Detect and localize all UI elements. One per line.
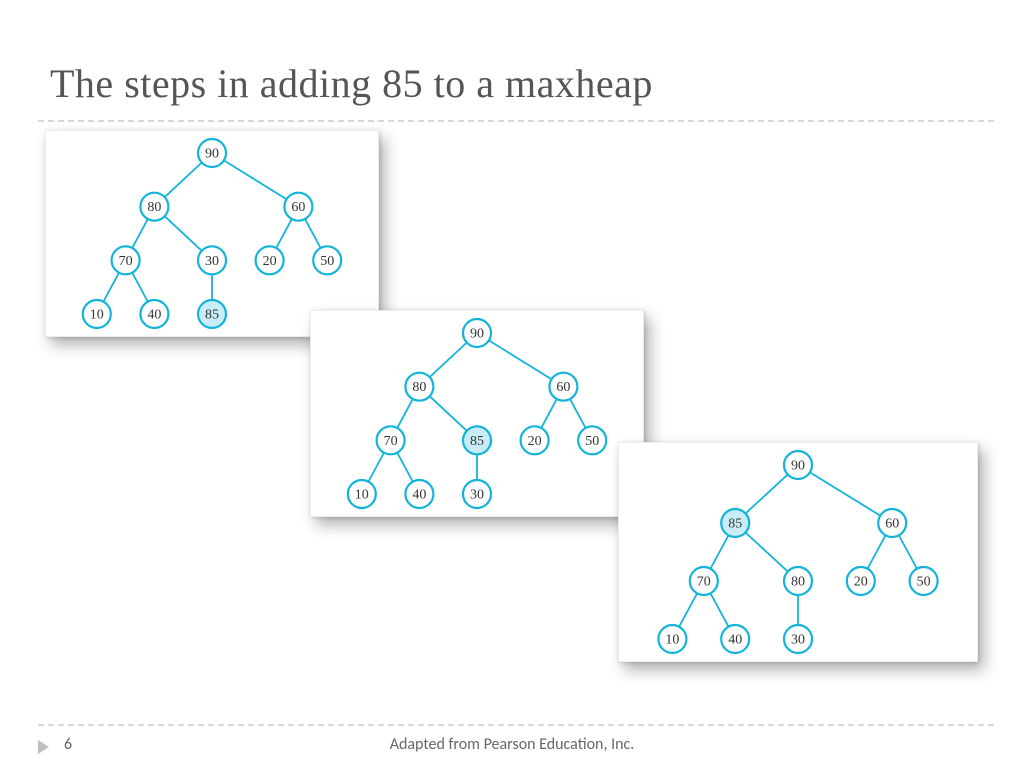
- tree-edge: [798, 465, 892, 523]
- tree-node-label: 50: [917, 575, 931, 590]
- tree-node: 85: [463, 426, 491, 454]
- tree-node-label: 20: [263, 254, 277, 269]
- tree-node: 10: [658, 625, 686, 653]
- tree-node: 60: [549, 373, 577, 401]
- tree-edge: [212, 153, 298, 207]
- tree-node: 20: [847, 567, 875, 595]
- tree-node: 80: [784, 567, 812, 595]
- tree-node: 90: [463, 319, 491, 347]
- tree-node-label: 50: [585, 434, 599, 449]
- tree-node-label: 60: [556, 380, 570, 395]
- tree-node-label: 70: [119, 254, 133, 269]
- heap-step-panel: 90 80 60 70 85 20 50 10 40 30: [310, 310, 644, 517]
- tree-node: 50: [313, 246, 341, 274]
- tree-node-label: 10: [665, 633, 679, 648]
- slide-title: The steps in adding 85 to a maxheap: [50, 60, 653, 107]
- tree-node: 50: [578, 426, 606, 454]
- tree-node-label: 10: [355, 488, 369, 503]
- heap-step-panel: 90 80 60 70 30 20 50 10 40 85: [45, 130, 379, 337]
- tree-node-label: 20: [528, 434, 542, 449]
- tree-node: 70: [377, 426, 405, 454]
- tree-node: 30: [463, 480, 491, 508]
- tree-node: 30: [198, 246, 226, 274]
- tree-node-label: 85: [470, 434, 484, 449]
- tree-node: 60: [878, 509, 906, 537]
- tree-node: 80: [405, 373, 433, 401]
- tree-node: 20: [521, 426, 549, 454]
- tree-node: 10: [348, 480, 376, 508]
- tree-node-label: 80: [147, 200, 161, 215]
- tree-node-label: 40: [412, 488, 426, 503]
- tree-node-label: 30: [205, 254, 219, 269]
- tree-node-label: 30: [791, 633, 805, 648]
- footer-divider: [38, 724, 994, 726]
- tree-node: 90: [198, 139, 226, 167]
- tree-node-label: 30: [470, 488, 484, 503]
- tree-node-label: 20: [854, 575, 868, 590]
- tree-node-label: 85: [205, 308, 219, 323]
- tree-node: 40: [405, 480, 433, 508]
- tree-node: 30: [784, 625, 812, 653]
- tree-node: 10: [83, 300, 111, 328]
- footer-text: Adapted from Pearson Education, Inc.: [0, 735, 1024, 754]
- tree-node-label: 70: [384, 434, 398, 449]
- tree-node: 70: [112, 246, 140, 274]
- tree-node-label: 85: [728, 517, 742, 532]
- tree-node-label: 80: [791, 575, 805, 590]
- tree-node-label: 90: [470, 327, 484, 342]
- tree-node: 40: [140, 300, 168, 328]
- tree-node: 85: [721, 509, 749, 537]
- tree-node: 80: [140, 193, 168, 221]
- tree-node: 20: [256, 246, 284, 274]
- tree-node-label: 80: [412, 380, 426, 395]
- slide-root: The steps in adding 85 to a maxheap 90 80…: [0, 0, 1024, 768]
- tree-node: 90: [784, 451, 812, 479]
- tree-node-label: 90: [205, 147, 219, 162]
- tree-node: 60: [284, 193, 312, 221]
- tree-node: 85: [198, 300, 226, 328]
- tree-edge: [477, 333, 563, 387]
- tree-node-label: 60: [291, 200, 305, 215]
- tree-node-label: 40: [728, 633, 742, 648]
- tree-node-label: 40: [147, 308, 161, 323]
- tree-node: 50: [910, 567, 938, 595]
- tree-node-label: 50: [320, 254, 334, 269]
- tree-node-label: 70: [697, 575, 711, 590]
- tree-node-label: 90: [791, 459, 805, 474]
- tree-node: 70: [690, 567, 718, 595]
- tree-node-label: 60: [885, 517, 899, 532]
- tree-node-label: 10: [90, 308, 104, 323]
- heap-step-panel: 90 85 60 70 80 20 50 10 40 30: [618, 442, 978, 662]
- tree-node: 40: [721, 625, 749, 653]
- title-divider: [38, 120, 994, 122]
